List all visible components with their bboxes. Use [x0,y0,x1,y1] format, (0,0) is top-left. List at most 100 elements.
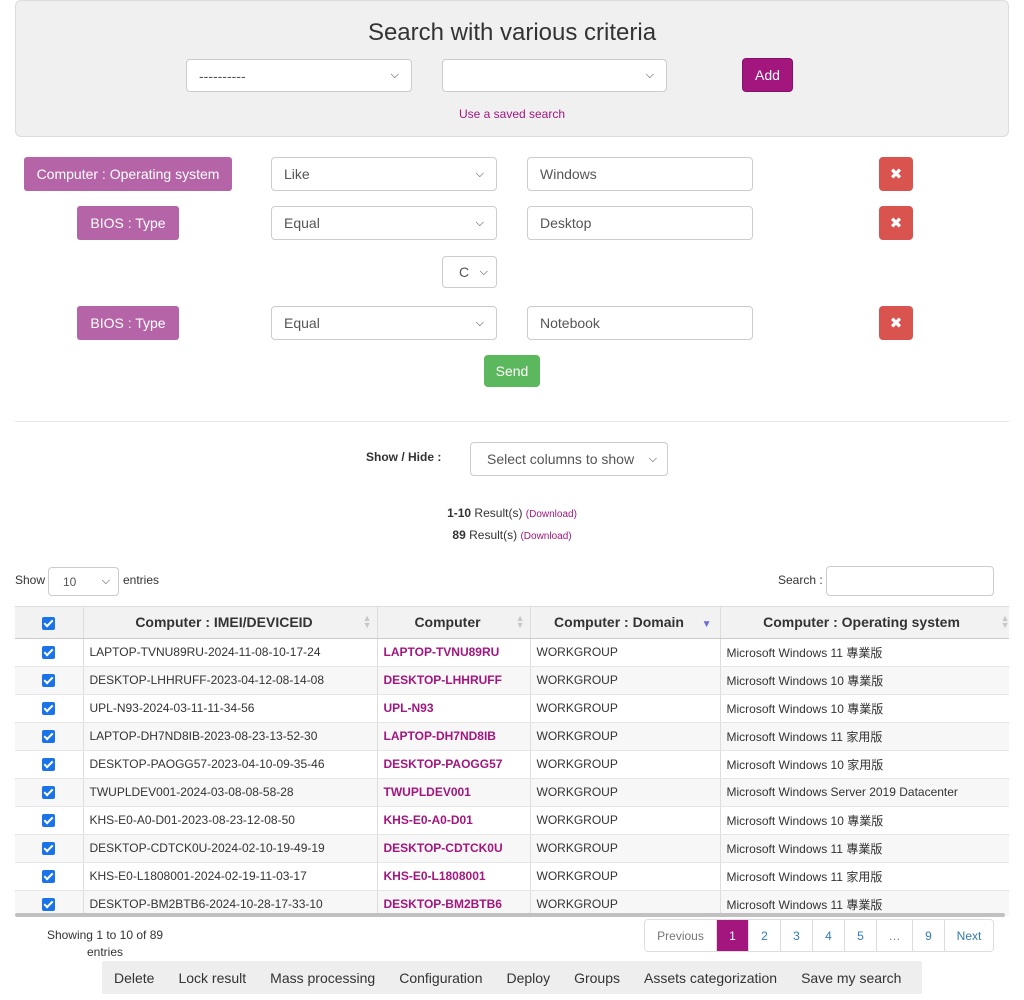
cell-imei: LAPTOP-TVNU89RU-2024-11-08-10-17-24 [83,638,378,667]
cell-computer-link[interactable]: KHS-E0-A0-D01 [377,806,531,835]
row-checkbox[interactable] [15,694,84,723]
lock-result-action[interactable]: Lock result [166,970,258,986]
save-my-search-action[interactable]: Save my search [789,970,913,986]
column-header-computer[interactable]: Computer ▲ ▼ [377,607,531,639]
pagination-next[interactable]: Next [945,920,993,951]
cell-os: Microsoft Windows 11 專業版 [720,638,1009,667]
column-header-os[interactable]: Computer : Operating system ▲ ▼ [720,607,1009,639]
groups-action[interactable]: Groups [562,970,632,986]
pagination-page[interactable]: 1 [717,920,749,951]
table-row: DESKTOP-LHHRUFF-2023-04-12-08-14-08 DESK… [15,666,1009,695]
pagination-ellipsis: … [877,920,913,951]
row-checkbox[interactable] [15,750,84,779]
delete-criteria-button-3[interactable]: ✖ [879,306,913,340]
table-info-line: entries [86,945,124,959]
checkbox-icon [42,674,56,688]
checkbox-icon [42,617,56,631]
table-search-label: Search : [778,573,823,587]
checkbox-icon [42,786,56,800]
row-checkbox[interactable] [15,862,84,891]
results-label: Result(s) [471,506,523,520]
table-row: TWUPLDEV001-2024-03-08-08-58-28 TWUPLDEV… [15,778,1009,807]
row-checkbox[interactable] [15,806,84,835]
chevron-down-icon: ⌵ [390,69,399,81]
chevron-down-icon: ⌵ [475,216,484,229]
cell-imei: KHS-E0-A0-D01-2023-08-23-12-08-50 [83,806,378,835]
cell-computer-link[interactable]: TWUPLDEV001 [377,778,531,807]
pagination-page[interactable]: 2 [749,920,781,951]
configuration-action[interactable]: Configuration [387,970,494,986]
close-icon: ✖ [889,315,903,332]
column-header-domain[interactable]: Computer : Domain ▼ [530,607,721,639]
operator-select-3[interactable]: Equal ⌵ [271,306,497,340]
field-select[interactable]: ---------- ⌵ [186,59,412,92]
pagination-page[interactable]: 4 [813,920,845,951]
checkbox-icon [42,870,56,884]
chevron-down-icon: ⌵ [648,452,657,465]
columns-select[interactable]: Select columns to show ⌵ [470,442,668,476]
criteria-value-input-1[interactable]: Windows [527,157,753,191]
results-total-count: 89 [452,528,466,542]
search-title: Search with various criteria [367,19,657,46]
table-info-line: Showing 1 to 10 of 89 [46,928,164,942]
column-header-imei[interactable]: Computer : IMEI/DEVICEID ▲ ▼ [83,607,378,639]
criteria-label-bios-type: BIOS : Type [77,306,179,340]
cell-imei: DESKTOP-LHHRUFF-2023-04-12-08-14-08 [83,666,378,695]
table-search-input[interactable] [826,566,994,596]
checkbox-icon [42,646,56,660]
mass-processing-action[interactable]: Mass processing [258,970,387,986]
pagination-page[interactable]: 5 [845,920,877,951]
value-select[interactable]: ⌵ [442,59,667,92]
criteria-label-bios-type: BIOS : Type [77,206,179,240]
delete-criteria-button-2[interactable]: ✖ [879,206,913,240]
checkbox-icon [42,898,56,912]
select-all-checkbox[interactable] [15,607,84,639]
delete-criteria-button-1[interactable]: ✖ [879,157,913,191]
pagination-page[interactable]: 3 [781,920,813,951]
row-checkbox[interactable] [15,778,84,807]
cell-computer-link[interactable]: DESKTOP-LHHRUFF [377,666,531,695]
link-operator-select[interactable]: C ⌵ [442,256,497,288]
operator-select-1[interactable]: Like ⌵ [271,157,497,191]
pagination-previous[interactable]: Previous [645,920,717,951]
operator-value: Like [284,166,310,182]
link-operator-value: C [459,264,470,280]
cell-computer-link[interactable]: DESKTOP-CDTCK0U [377,834,531,863]
pagination-page[interactable]: 9 [913,920,945,951]
table-row: LAPTOP-TVNU89RU-2024-11-08-10-17-24 LAPT… [15,638,1009,667]
cell-computer-link[interactable]: UPL-N93 [377,694,531,723]
cell-imei: TWUPLDEV001-2024-03-08-08-58-28 [83,778,378,807]
cell-computer-link[interactable]: DESKTOP-PAOGG57 [377,750,531,779]
operator-select-2[interactable]: Equal ⌵ [271,206,497,240]
cell-domain: WORKGROUP [530,694,721,723]
criteria-value-input-2[interactable]: Desktop [527,206,753,240]
row-checkbox[interactable] [15,638,84,667]
cell-computer-link[interactable]: KHS-E0-L1808001 [377,862,531,891]
chevron-down-icon: ⌵ [475,316,484,329]
entries-select[interactable]: 10 ⌵ [48,567,119,596]
row-checkbox[interactable] [15,834,84,863]
saved-search-link[interactable]: Use a saved search [0,107,1024,121]
deploy-action[interactable]: Deploy [495,970,563,986]
chevron-down-icon: ⌵ [101,575,110,587]
cell-domain: WORKGROUP [530,834,721,863]
sort-icon: ▲ ▼ [1000,613,1009,630]
row-checkbox[interactable] [15,722,84,751]
horizontal-scrollbar[interactable] [15,913,1005,917]
sort-icon: ▲ ▼ [515,613,525,630]
column-header-label: Computer [414,614,481,631]
cell-computer-link[interactable]: LAPTOP-TVNU89RU [377,638,531,667]
cell-computer-link[interactable]: LAPTOP-DH7ND8IB [377,722,531,751]
criteria-value-input-3[interactable]: Notebook [527,306,753,340]
cell-os: Microsoft Windows Server 2019 Datacenter [720,778,1009,807]
send-button[interactable]: Send [484,355,540,387]
cell-os: Microsoft Windows 11 專業版 [720,834,1009,863]
download-link[interactable]: (Download) [520,531,571,542]
column-header-label: Computer : Domain [554,614,684,631]
row-checkbox[interactable] [15,666,84,695]
delete-action[interactable]: Delete [102,970,166,986]
assets-categorization-action[interactable]: Assets categorization [632,970,789,986]
cell-domain: WORKGROUP [530,862,721,891]
download-link[interactable]: (Download) [526,509,577,520]
add-button[interactable]: Add [742,58,793,92]
